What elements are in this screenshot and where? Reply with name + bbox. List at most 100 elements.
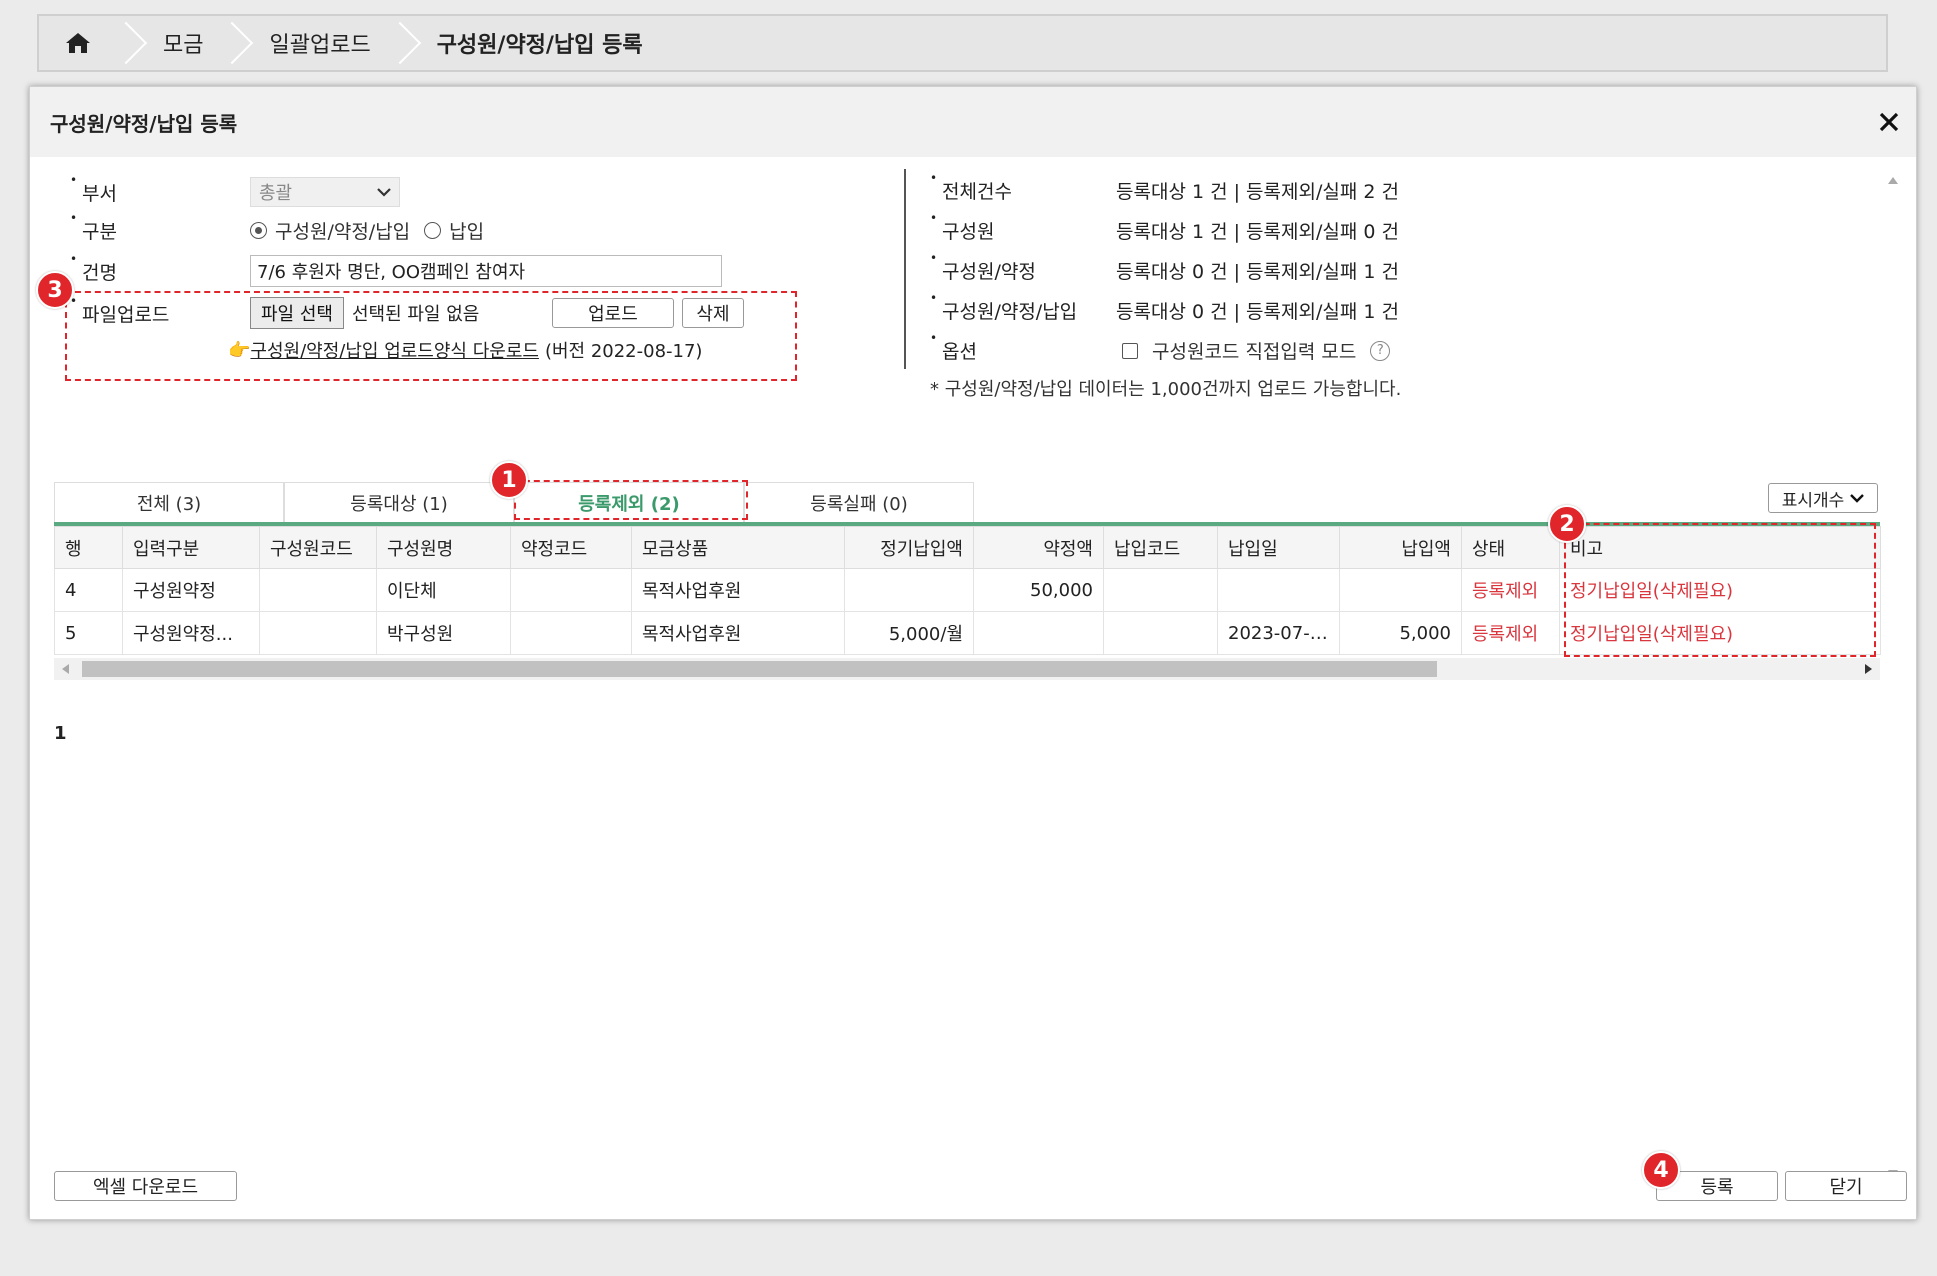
summary-row-member-pledge-payment: 구성원/약정/납입 등록대상 0 건 | 등록제외/실패 1 건 <box>930 291 1399 324</box>
form-divider <box>904 169 906 369</box>
col-regular-amount[interactable]: 정기납입액 <box>844 526 974 569</box>
annotation-badge: 4 <box>1642 1151 1680 1189</box>
col-pledge-code[interactable]: 약정코드 <box>510 526 632 569</box>
col-payment-code[interactable]: 납입코드 <box>1103 526 1218 569</box>
cell-payment-amount: 5,000 <box>1339 611 1462 655</box>
cell-payment-date: 2023-07-05 <box>1217 611 1340 655</box>
cell-payment-code <box>1103 611 1218 655</box>
breadcrumb-separator <box>117 16 133 70</box>
close-modal-button[interactable]: 닫기 <box>1785 1171 1907 1201</box>
col-member-name[interactable]: 구성원명 <box>376 526 511 569</box>
cell-row: 5 <box>54 611 123 655</box>
help-icon[interactable]: ? <box>1370 340 1391 361</box>
cell-pledge-code <box>510 568 632 612</box>
summary-row-total: 전체건수 등록대상 1 건 | 등록제외/실패 2 건 <box>930 171 1399 204</box>
col-pledge-amount[interactable]: 약정액 <box>973 526 1104 569</box>
dept-row: 부서 총괄 <box>70 173 400 207</box>
radio-checked-icon <box>250 222 267 239</box>
cell-regular-amount: 5,000/월 <box>844 611 974 655</box>
annotation-box-tab <box>514 480 748 520</box>
cell-pledge-amount: 50,000 <box>973 568 1104 612</box>
col-product[interactable]: 모금상품 <box>631 526 845 569</box>
scroll-up-icon[interactable] <box>1888 177 1898 184</box>
modal-header: 구성원/약정/납입 등록 <box>30 87 1916 157</box>
breadcrumb-item-current: 구성원/약정/납입 등록 <box>436 33 643 58</box>
display-count-label: 표시개수 <box>1781 490 1845 511</box>
summary-label: 전체건수 <box>930 171 1116 204</box>
chevron-down-icon <box>377 188 391 197</box>
col-payment-date[interactable]: 납입일 <box>1217 526 1340 569</box>
col-payment-amount[interactable]: 납입액 <box>1339 526 1462 569</box>
cell-product: 목적사업후원 <box>631 568 845 612</box>
option-row: 옵션 구성원코드 직접입력 모드 ? <box>930 331 1391 364</box>
col-input-type[interactable]: 입력구분 <box>122 526 260 569</box>
cell-member-name: 박구성원 <box>376 611 511 655</box>
registration-modal: 구성원/약정/납입 등록 부서 총괄 구분 구성원/약정/납입 납입 건명 <box>29 86 1917 1220</box>
scroll-left-icon[interactable] <box>62 664 69 674</box>
scroll-right-icon[interactable] <box>1865 664 1872 674</box>
direct-code-label: 구성원코드 직접입력 모드 <box>1152 341 1357 363</box>
horizontal-scrollbar[interactable] <box>54 658 1880 680</box>
close-icon <box>1879 112 1899 132</box>
type-row: 구분 구성원/약정/납입 납입 <box>70 211 498 244</box>
cell-input-type: 구성원약정... <box>122 611 260 655</box>
summary-label: 구성원 <box>930 211 1116 244</box>
col-status[interactable]: 상태 <box>1461 526 1560 569</box>
breadcrumb-item-bulk-upload[interactable]: 일괄업로드 <box>239 16 390 70</box>
summary-row-member: 구성원 등록대상 1 건 | 등록제외/실패 0 건 <box>930 211 1399 244</box>
col-member-code[interactable]: 구성원코드 <box>259 526 377 569</box>
dept-label: 부서 <box>70 173 250 206</box>
dept-select[interactable]: 총괄 <box>250 177 400 207</box>
tab-target[interactable]: 등록대상 (1) <box>284 482 514 522</box>
cell-pledge-amount <box>973 611 1104 655</box>
tab-all[interactable]: 전체 (3) <box>54 482 284 522</box>
close-button[interactable] <box>1872 105 1906 139</box>
type-radio-member-pledge-payment[interactable]: 구성원/약정/납입 <box>250 217 410 244</box>
cell-pledge-code <box>510 611 632 655</box>
cell-status: 등록제외 <box>1461 568 1560 612</box>
cell-product: 목적사업후원 <box>631 611 845 655</box>
home-icon <box>66 33 90 53</box>
breadcrumb-separator <box>391 16 407 70</box>
display-count-select[interactable]: 표시개수 <box>1768 483 1878 513</box>
modal-title: 구성원/약정/납입 등록 <box>50 111 238 136</box>
direct-code-checkbox[interactable] <box>1122 342 1138 359</box>
cell-input-type: 구성원약정 <box>122 568 260 612</box>
cell-member-code <box>259 611 377 655</box>
option-label: 옵션 <box>930 331 1116 364</box>
col-row[interactable]: 행 <box>54 526 123 569</box>
name-input[interactable]: 7/6 후원자 명단, OO캠페인 참여자 <box>250 255 722 287</box>
radio-unchecked-icon <box>424 222 442 239</box>
name-row: 건명 7/6 후원자 명단, OO캠페인 참여자 <box>70 252 722 287</box>
breadcrumb-separator <box>223 16 239 70</box>
summary-row-member-pledge: 구성원/약정 등록대상 0 건 | 등록제외/실패 1 건 <box>930 251 1399 284</box>
pagination-page[interactable]: 1 <box>54 723 67 744</box>
summary-value: 등록대상 1 건 | 등록제외/실패 0 건 <box>1116 221 1399 243</box>
vertical-scrollbar[interactable] <box>1884 177 1902 1177</box>
annotation-badge: 1 <box>490 461 528 499</box>
cell-payment-code <box>1103 568 1218 612</box>
type-option2-label: 납입 <box>449 221 485 243</box>
dept-select-value: 총괄 <box>259 183 293 204</box>
upload-limit-note: * 구성원/약정/납입 데이터는 1,000건까지 업로드 가능합니다. <box>930 379 1402 400</box>
excel-download-button[interactable]: 엑셀 다운로드 <box>54 1171 237 1201</box>
type-option1-label: 구성원/약정/납입 <box>275 221 411 243</box>
breadcrumb: 모금 일괄업로드 구성원/약정/납입 등록 <box>37 14 1888 72</box>
summary-label: 구성원/약정/납입 <box>930 291 1116 324</box>
cell-payment-amount <box>1339 568 1462 612</box>
scroll-thumb[interactable] <box>82 661 1437 677</box>
chevron-down-icon <box>1850 494 1865 503</box>
type-radio-payment[interactable]: 납입 <box>424 217 484 244</box>
annotation-badge: 2 <box>1548 505 1586 543</box>
annotation-box-remark <box>1564 523 1876 657</box>
cell-payment-date <box>1217 568 1340 612</box>
summary-label: 구성원/약정 <box>930 251 1116 284</box>
cell-regular-amount <box>844 568 974 612</box>
summary-value: 등록대상 0 건 | 등록제외/실패 1 건 <box>1116 261 1399 283</box>
cell-row: 4 <box>54 568 123 612</box>
annotation-badge: 3 <box>36 271 74 309</box>
cell-member-code <box>259 568 377 612</box>
cell-member-name: 이단체 <box>376 568 511 612</box>
name-label: 건명 <box>70 252 250 285</box>
tab-failed[interactable]: 등록실패 (0) <box>744 482 974 522</box>
